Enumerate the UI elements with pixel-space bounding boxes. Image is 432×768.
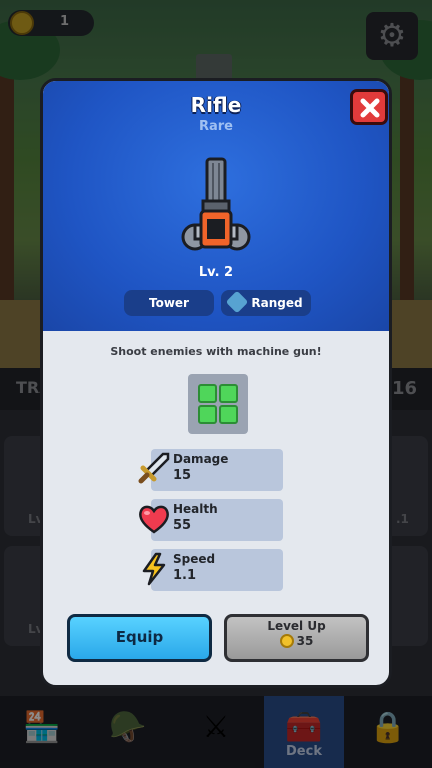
rifle-icon (181, 157, 251, 251)
close-button[interactable] (350, 89, 388, 125)
coin-icon (279, 634, 294, 648)
level-up-button[interactable]: Level Up 35 (224, 614, 369, 662)
level-up-label: Level Up (267, 619, 326, 633)
item-title: Rifle (190, 93, 242, 117)
sword-icon (138, 452, 170, 484)
heart-icon (139, 505, 169, 534)
shape-cell (198, 384, 217, 403)
level-up-cost-value: 35 (296, 634, 314, 648)
equip-button[interactable]: Equip (67, 614, 212, 662)
shape-cell (198, 405, 217, 424)
ranged-tag-label: Ranged (251, 296, 303, 310)
level-up-cost: 35 (227, 634, 366, 648)
shape-cell (219, 384, 238, 403)
stat-name: Damage (173, 452, 229, 466)
item-description: Shoot enemies with machine gun! (110, 345, 322, 358)
lightning-icon (142, 552, 166, 586)
stat-value: 55 (173, 518, 192, 533)
shape-grid (188, 374, 248, 434)
stat-name: Speed (173, 552, 216, 566)
shape-cell (219, 405, 238, 424)
close-icon (360, 98, 380, 118)
item-level: Lv. 2 (198, 265, 234, 280)
ranged-tag: Ranged (221, 290, 311, 316)
ranged-icon (226, 290, 249, 314)
item-detail-modal: Rifle Rare Lv. 2 Tower Ranged Shoot enem… (40, 78, 392, 688)
stat-name: Health (173, 502, 218, 516)
modal-header: Rifle Rare Lv. 2 Tower Ranged (43, 81, 389, 331)
tower-tag: Tower (124, 290, 214, 316)
item-rarity: Rare (198, 119, 233, 134)
stat-value: 15 (173, 468, 192, 483)
stat-value: 1.1 (173, 568, 197, 583)
